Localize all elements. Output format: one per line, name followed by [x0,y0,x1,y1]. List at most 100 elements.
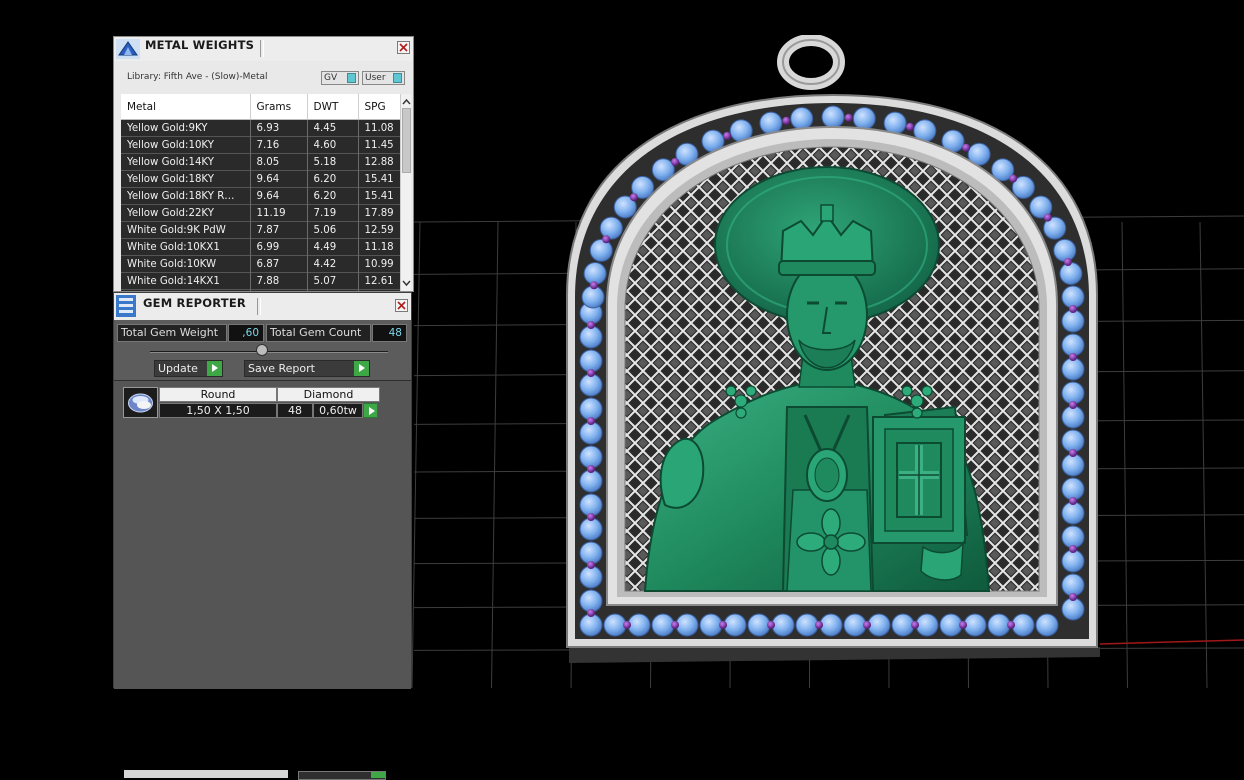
metal-name-cell: Yellow Gold:18KY [121,170,251,188]
gem-material: Diamond [277,387,380,402]
table-row[interactable]: White Gold:9K PdW 7.87 5.06 12.59 [121,221,401,239]
table-row[interactable]: White Gold:14KX1 7.88 5.07 12.61 [121,272,401,290]
dwt-cell: 4.60 [307,136,359,154]
metal-name-cell: White Gold:14KX1 [121,272,251,290]
user-toggle[interactable]: User [362,71,405,85]
metal-name-cell: White Gold:10KW [121,255,251,273]
save-report-button[interactable]: Save Report [244,360,370,377]
table-row[interactable]: White Gold:10KW 6.87 4.42 10.99 [121,255,401,273]
grams-cell: 7.16 [250,136,308,154]
scroll-up-icon[interactable] [402,97,411,107]
grams-cell: 6.93 [250,119,308,137]
spg-cell: 11.18 [358,238,401,256]
gem-size: 1,50 X 1,50 [159,403,277,418]
metal-name-cell: Yellow Gold:22KY [121,204,251,222]
metal-table-container: Metal Grams DWT SPG Yellow Gold:9KY 6.93 4… [121,94,411,291]
library-label: Library: Fifth Ave - (Slow)-Metal [127,72,268,82]
total-gem-count-label: Total Gem Count [266,324,371,342]
pendant-base-shadow [569,647,1100,663]
metal-name-cell: White Gold:10KX1 [121,238,251,256]
dwt-cell: 6.20 [307,170,359,188]
table-row[interactable]: Yellow Gold:22KY 11.19 7.19 17.89 [121,204,401,222]
metal-name-cell: Yellow Gold:10KY [121,136,251,154]
panel-splitter[interactable] [150,351,388,353]
column-header-grams[interactable]: Grams [250,94,308,120]
dwt-cell: 4.49 [307,238,359,256]
dwt-cell: 5.78 [307,289,359,291]
grams-cell: 6.87 [250,255,308,273]
gem-count: 48 [277,403,313,418]
dwt-cell: 5.06 [307,221,359,239]
column-header-metal[interactable]: Metal [121,94,251,120]
metal-name-cell: Yellow Gold:9KY [121,119,251,137]
metal-weights-title: METAL WEIGHTS [145,38,255,52]
total-gem-count-value: 48 [372,324,407,342]
gem-detail-button[interactable] [363,403,378,418]
spg-cell: 17.89 [358,204,401,222]
update-button-label: Update [158,362,198,375]
spg-cell: 12.88 [358,153,401,171]
metal-table: Metal Grams DWT SPG Yellow Gold:9KY 6.93 4… [121,94,401,291]
play-arrow-icon [371,772,385,778]
grams-cell: 7.87 [250,221,308,239]
metal-weights-icon [116,39,140,59]
gem-reporter-close-button[interactable] [395,299,408,312]
bottom-input-field[interactable] [124,770,288,778]
gem-reporter-panel: GEM REPORTER Total Gem Weight ,60 Total … [113,292,412,780]
play-arrow-icon [364,404,377,417]
dwt-cell: 5.18 [307,153,359,171]
metal-name-cell: White Gold:14K PdW [121,289,251,291]
dwt-cell: 6.20 [307,187,359,205]
gv-toggle-label: GV [324,73,338,83]
pendant-model[interactable] [555,35,1115,675]
table-row[interactable]: Yellow Gold:9KY 6.93 4.45 11.08 [121,119,401,137]
column-header-dwt[interactable]: DWT [307,94,359,120]
spg-cell: 15.41 [358,170,401,188]
grams-cell: 9.64 [250,170,308,188]
title-separator [260,40,264,57]
metal-weights-close-button[interactable] [397,41,410,54]
table-row[interactable]: Yellow Gold:14KY 8.05 5.18 12.88 [121,153,401,171]
spg-cell: 12.59 [358,221,401,239]
dwt-cell: 4.45 [307,119,359,137]
column-header-spg[interactable]: SPG [358,94,401,120]
table-row[interactable]: Yellow Gold:18KY 9.64 6.20 15.41 [121,170,401,188]
grams-cell: 7.88 [250,272,308,290]
gem-reporter-titlebar[interactable]: GEM REPORTER [114,293,411,320]
gem-reporter-title: GEM REPORTER [143,296,246,310]
title-separator [257,298,261,315]
spg-cell: 12.61 [358,272,401,290]
metal-weights-panel: METAL WEIGHTS Library: Fifth Ave - (Slow… [113,36,414,292]
close-icon [399,43,408,52]
gv-toggle[interactable]: GV [321,71,359,85]
gem-shape: Round [159,387,277,402]
metal-weights-titlebar[interactable]: METAL WEIGHTS [114,37,413,61]
close-icon [397,301,406,310]
scrollbar-thumb[interactable] [402,108,411,173]
update-button[interactable]: Update [154,360,223,377]
metal-name-cell: Yellow Gold:14KY [121,153,251,171]
metal-table-scrollbar[interactable] [400,94,411,291]
save-report-button-label: Save Report [248,362,315,375]
spg-cell: 10.99 [358,255,401,273]
table-row[interactable]: Yellow Gold:10KY 7.16 4.60 11.45 [121,136,401,154]
bottom-action-button[interactable] [298,771,386,780]
dwt-cell: 5.07 [307,272,359,290]
spg-cell: 15.41 [358,187,401,205]
grams-cell: 8.99 [250,289,308,291]
user-toggle-label: User [365,73,386,83]
grams-cell: 6.99 [250,238,308,256]
gem-reporter-icon [116,295,136,317]
metal-name-cell: Yellow Gold:18KY R… [121,187,251,205]
splitter-handle[interactable] [256,344,268,356]
dwt-cell: 4.42 [307,255,359,273]
round-gem-icon [123,387,158,418]
scroll-down-icon[interactable] [402,278,411,288]
grams-cell: 8.05 [250,153,308,171]
table-row[interactable]: Yellow Gold:18KY R… 9.64 6.20 15.41 [121,187,401,205]
table-row[interactable]: White Gold:10KX1 6.99 4.49 11.18 [121,238,401,256]
table-row[interactable]: White Gold:14K PdW8.995.7814.37 [121,289,401,291]
spg-cell: 11.08 [358,119,401,137]
spg-cell: 14.37 [358,289,401,291]
gem-weight: 0,60tw [313,403,363,418]
